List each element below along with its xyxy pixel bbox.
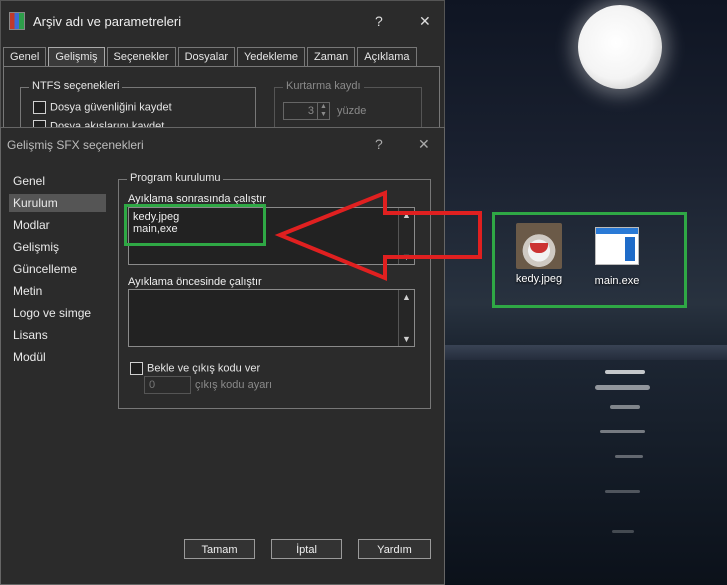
recovery-unit: yüzde <box>337 105 367 117</box>
moon-reflection <box>612 530 634 533</box>
sfx-nav: Genel Kurulum Modlar Gelişmiş Güncelleme… <box>9 172 106 370</box>
moon-reflection <box>610 405 640 409</box>
ok-button[interactable]: Tamam <box>184 539 255 559</box>
sea <box>430 360 727 585</box>
close-button[interactable]: ✕ <box>419 13 431 30</box>
tab-gelismis[interactable]: Gelişmiş <box>48 47 105 66</box>
scrollbar[interactable]: ▲ ▼ <box>398 290 414 346</box>
recovery-value: 3 <box>307 105 314 117</box>
wait-checkbox-row[interactable]: Bekle ve çıkış kodu ver <box>130 362 260 375</box>
highlight-box <box>124 204 266 246</box>
nav-item-modul[interactable]: Modül <box>9 348 106 366</box>
before-extract-textarea[interactable]: ▲ ▼ <box>128 289 415 347</box>
tab-zaman[interactable]: Zaman <box>307 47 356 66</box>
tab-dosyalar[interactable]: Dosyalar <box>177 47 235 66</box>
nav-item-modlar[interactable]: Modlar <box>9 216 106 234</box>
nav-item-gelismis[interactable]: Gelişmiş <box>9 238 106 256</box>
checkbox-box[interactable] <box>33 101 46 114</box>
checkbox-security[interactable]: Dosya güvenliğini kaydet <box>33 101 172 114</box>
desktop-icon-main[interactable]: main.exe <box>587 223 647 287</box>
title-bar: Arşiv adı ve parametreleri ? ✕ <box>1 1 444 41</box>
recovery-spinner-row: 3 ▲ ▼ yüzde <box>283 102 366 120</box>
window-title: Arşiv adı ve parametreleri <box>33 13 182 29</box>
tab-bar: Genel Gelişmiş Seçenekler Dosyalar Yedek… <box>3 47 419 66</box>
scrollbar[interactable]: ▲ ▼ <box>398 208 414 264</box>
moon-reflection <box>605 370 645 374</box>
close-button[interactable]: ✕ <box>418 136 430 153</box>
checkbox-label: Bekle ve çıkış kodu ver <box>147 362 261 375</box>
group-title: NTFS seçenekleri <box>29 80 123 92</box>
moon-reflection <box>600 430 645 433</box>
help-button[interactable]: ? <box>375 136 383 152</box>
dialog-title: Gelişmiş SFX seçenekleri <box>7 138 144 152</box>
moon <box>578 5 662 89</box>
nav-item-lisans[interactable]: Lisans <box>9 326 106 344</box>
tab-genel[interactable]: Genel <box>3 47 47 66</box>
exit-code-label: çıkış kodu ayarı <box>195 379 273 391</box>
tab-secenekler[interactable]: Seçenekler <box>106 47 176 66</box>
exit-code-input[interactable]: 0 <box>144 376 191 394</box>
desktop-icon-label: kedy.jpeg <box>515 273 563 285</box>
checkbox-label: Dosya güvenliğini kaydet <box>50 101 172 114</box>
desktop-icons-highlight: kedy.jpeg main.exe <box>492 212 687 308</box>
group-title: Program kurulumu <box>127 172 224 184</box>
exe-window-icon <box>595 227 639 265</box>
spinner-arrows-icon[interactable]: ▲ ▼ <box>317 103 329 119</box>
desktop-icon-label: main.exe <box>594 275 640 287</box>
tab-aciklama[interactable]: Açıklama <box>357 47 417 66</box>
moon-reflection <box>595 385 650 390</box>
nav-item-guncelleme[interactable]: Güncelleme <box>9 260 106 278</box>
nav-item-genel[interactable]: Genel <box>9 172 106 190</box>
group-title: Kurtarma kaydı <box>283 80 364 92</box>
before-extract-value <box>129 290 414 296</box>
desktop-icon-kedy[interactable]: kedy.jpeg <box>509 223 569 285</box>
cancel-button[interactable]: İptal <box>271 539 342 559</box>
help-dialog-button[interactable]: Yardım <box>358 539 431 559</box>
moon-reflection <box>605 490 640 493</box>
moon-reflection <box>615 455 643 458</box>
advanced-sfx-dialog: Gelişmiş SFX seçenekleri ? ✕ Genel Kurul… <box>0 127 445 585</box>
before-extract-label: Ayıklama öncesinde çalıştır <box>128 276 262 288</box>
help-button[interactable]: ? <box>375 13 383 29</box>
checkbox-box[interactable] <box>130 362 143 375</box>
winrar-icon <box>9 12 25 30</box>
nav-item-metin[interactable]: Metin <box>9 282 106 300</box>
cat-image-icon <box>516 223 562 269</box>
nav-item-kurulum[interactable]: Kurulum <box>9 194 106 212</box>
tab-yedekleme[interactable]: Yedekleme <box>236 47 306 66</box>
nav-item-logo[interactable]: Logo ve simge <box>9 304 106 322</box>
recovery-spinner[interactable]: 3 ▲ ▼ <box>283 102 330 120</box>
